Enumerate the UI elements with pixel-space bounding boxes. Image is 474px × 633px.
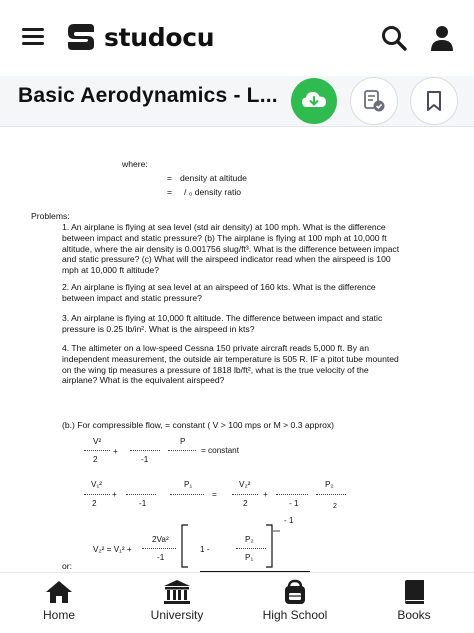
- high-school-icon: [285, 579, 305, 604]
- studocu-logo[interactable]: studocu: [64, 20, 215, 54]
- eq1-denominator: 2: [93, 455, 98, 464]
- nav-high-school-label: High School: [262, 608, 328, 622]
- eq2-denominator-1: 2: [92, 499, 97, 508]
- eq2-equals: =: [212, 490, 217, 499]
- eq1-fraction-line: [84, 450, 110, 451]
- eq2-fraction-line-3: [170, 494, 204, 495]
- eq3-exponent-minus-one: - 1: [284, 516, 294, 525]
- eq3-denominator: -1: [157, 553, 165, 562]
- quiz-icon: [364, 90, 385, 112]
- problems-heading: Problems:: [31, 211, 70, 221]
- eq2-fraction-line-4: [232, 494, 258, 495]
- nav-university-label: University: [150, 608, 204, 622]
- eq2-fraction-line-2: [126, 494, 156, 495]
- bookmark-icon: [427, 91, 441, 111]
- university-icon: [164, 580, 190, 604]
- eq3-pressure-ratio-line: [236, 548, 266, 549]
- eq1-fraction-line-3: [168, 450, 196, 451]
- user-icon[interactable]: [428, 24, 456, 52]
- eq3-one-minus: 1 -: [200, 545, 210, 554]
- eq2-p1: P₁: [184, 480, 193, 489]
- eq2-denominator-2: 2: [243, 499, 248, 508]
- nav-university[interactable]: University: [127, 579, 227, 622]
- definition-sym-2: =: [167, 187, 173, 197]
- eq1-minus-one: -1: [141, 455, 149, 464]
- search-icon[interactable]: [380, 24, 408, 52]
- eq2-fraction-line-1: [84, 494, 110, 495]
- eq2-v2-squared: V₂²: [239, 480, 251, 489]
- eq2-fraction-line-5: [276, 494, 308, 495]
- eq1-pressure: P: [180, 437, 186, 446]
- nav-home[interactable]: Home: [9, 579, 109, 622]
- problem-3: 3. An airplane is flying at 10,000 ft al…: [62, 313, 383, 334]
- download-button[interactable]: [291, 78, 337, 124]
- eq3-numerator: 2Va²: [152, 535, 169, 544]
- download-icon: [302, 92, 326, 107]
- or-label: or:: [62, 561, 73, 571]
- eq1-plus: +: [113, 447, 118, 456]
- problem-1: 1. An airplane is flying at sea level (s…: [62, 222, 400, 276]
- eq3-p1: P₁: [245, 553, 254, 562]
- document-page: where: = density at altitude = / ₀ densi…: [0, 127, 474, 572]
- eq3-brackets: [181, 524, 280, 568]
- menu-icon[interactable]: [22, 28, 44, 46]
- brand-name: studocu: [104, 22, 215, 52]
- eq2-v1-squared: V₁²: [91, 480, 102, 489]
- eq2-subscript-2: 2: [333, 503, 337, 510]
- document-title: Basic Aerodynamics - L...: [18, 84, 278, 107]
- bottom-navigation: Home University High School Books: [0, 572, 474, 633]
- nav-home-label: Home: [42, 608, 75, 622]
- eq2-minus-one-b: - 1: [289, 499, 299, 508]
- books-icon: [405, 580, 424, 604]
- eq2-minus-one-a: -1: [139, 499, 147, 508]
- quiz-button[interactable]: [350, 77, 398, 125]
- eq2-p2: P₂: [325, 480, 334, 489]
- definition-sym-1: =: [167, 173, 173, 183]
- nav-high-school[interactable]: High School: [245, 579, 345, 622]
- home-icon: [46, 581, 72, 603]
- studocu-logo-icon: [68, 24, 94, 50]
- compressible-flow-line: (b.) For compressible flow, = constant (…: [62, 420, 335, 430]
- nav-books-label: Books: [397, 608, 431, 622]
- definition-density-ratio: / ₀ density ratio: [184, 187, 242, 197]
- eq1-fraction-line-2: [130, 450, 160, 451]
- problem-4: 4. The altimeter on a low-speed Cessna 1…: [62, 343, 399, 386]
- nav-books[interactable]: Books: [364, 579, 464, 622]
- eq3-lhs: V₂² = V₁² +: [93, 545, 132, 554]
- eq1-constant: = constant: [201, 446, 240, 455]
- problem-2: 2. An airplane is flying at sea level at…: [62, 282, 376, 303]
- top-bar: studocu: [0, 0, 474, 76]
- document-header: Basic Aerodynamics - L...: [0, 76, 474, 127]
- eq2-plus-2: +: [263, 490, 268, 499]
- eq3-fraction-line: [142, 548, 176, 549]
- bookmark-button[interactable]: [410, 77, 458, 125]
- eq1-v-squared: V²: [93, 437, 102, 446]
- eq3-p2: P₂: [245, 535, 254, 544]
- definition-density: density at altitude: [180, 173, 247, 183]
- eq2-fraction-line-6: [316, 494, 346, 495]
- eq2-plus-1: +: [112, 490, 117, 499]
- where-label: where:: [122, 159, 148, 169]
